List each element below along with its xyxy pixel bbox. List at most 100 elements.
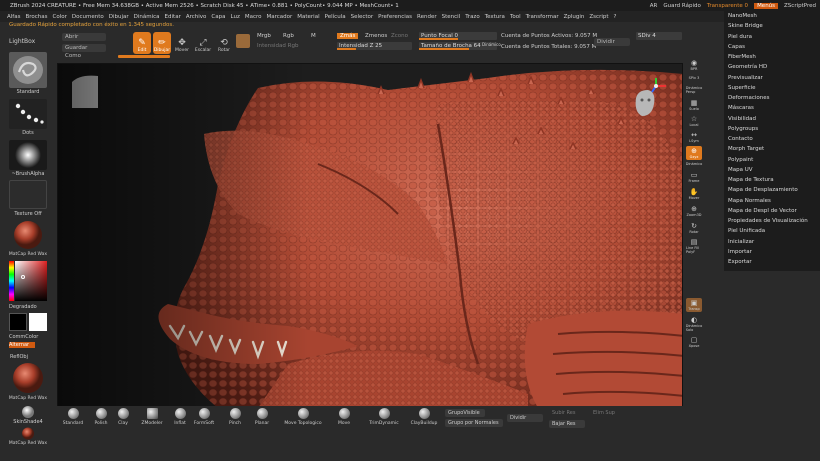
delete-higher-button[interactable]: Elim Sup [590, 409, 626, 417]
menu-item-preview[interactable]: Previsualizar [724, 73, 820, 83]
menu-document[interactable]: Documento [72, 14, 104, 20]
menu-item-export[interactable]: Exportar [724, 257, 820, 267]
rotate-view-button[interactable]: ↻ Rotar [686, 221, 702, 235]
canvas-viewport[interactable] [57, 63, 683, 407]
dynamic-toggle[interactable]: Dinámico [686, 161, 702, 167]
zadd-button[interactable]: Zmás [337, 33, 359, 39]
brush-claybuildup[interactable]: ClayBuildup [409, 408, 439, 432]
brush-standard[interactable]: Standard [62, 408, 84, 432]
brush-move[interactable]: Move [333, 408, 355, 432]
navigation-gizmo-icon[interactable] [628, 76, 668, 124]
bottom-divide-button[interactable]: Dividir [507, 414, 543, 422]
scale-mode-button[interactable]: ⤢ Escalar [194, 32, 212, 54]
mrgb-button[interactable]: Mrgb [257, 33, 271, 39]
menu-item-import[interactable]: Importar [724, 247, 820, 257]
menu-movie[interactable]: Película [325, 14, 346, 20]
quicksave-button[interactable]: Guard Rápido [663, 3, 700, 9]
transp-button[interactable]: ▣ Transp [686, 298, 702, 312]
menu-light[interactable]: Luz [230, 14, 239, 20]
menu-item-fibermesh[interactable]: FiberMesh [724, 52, 820, 62]
brush-trimdynamic[interactable]: TrimDynamic [367, 408, 401, 432]
menu-material[interactable]: Material [297, 14, 319, 20]
save-as-button[interactable]: Guardar Como [62, 44, 106, 59]
menu-item-morph-target[interactable]: Morph Target [724, 144, 820, 154]
open-button[interactable]: Abrir [62, 33, 106, 41]
brush-move-topological[interactable]: Move Topologico [281, 408, 325, 432]
menu-render[interactable]: Render [417, 14, 437, 20]
material-picker-2[interactable] [9, 362, 47, 394]
menu-macro[interactable]: Macro [245, 14, 262, 20]
groups-visible-button[interactable]: GrupoVisible [445, 409, 485, 417]
m-button[interactable]: M [311, 33, 316, 39]
brush-formsoft[interactable]: FormSoft [193, 408, 215, 432]
material-swatch[interactable] [236, 34, 250, 48]
menu-item-hd-geometry[interactable]: Geometría HD [724, 62, 820, 72]
menu-item-unified-skin[interactable]: Piel Unificada [724, 226, 820, 236]
draw-mode-button[interactable]: ✏ Dibujar [153, 32, 171, 54]
menu-marker[interactable]: Marcador [266, 14, 292, 20]
secondary-color-swatch[interactable] [9, 313, 27, 331]
move-mode-button[interactable]: ✥ Mover [173, 32, 191, 54]
brush-inflat[interactable]: Inflat [169, 408, 191, 432]
menu-item-layers[interactable]: Capas [724, 42, 820, 52]
commcolor-button[interactable]: CommColor [9, 334, 53, 340]
focal-shift-slider[interactable]: Punto Focal 0 [419, 32, 497, 40]
brush-polish[interactable]: Polish [90, 408, 112, 432]
menu-preferences[interactable]: Preferencias [378, 14, 412, 20]
texture-picker[interactable] [9, 180, 47, 209]
rotate-mode-button[interactable]: ⟲ Rotar [215, 32, 233, 54]
stroke-picker[interactable] [9, 99, 47, 129]
alpha-picker[interactable] [9, 140, 47, 170]
menu-tool[interactable]: Tool [510, 14, 521, 20]
xpose-button[interactable]: ▢ Xpose [686, 335, 702, 349]
brush-pinch[interactable]: Pinch [224, 408, 246, 432]
menu-transform[interactable]: Transformar [526, 14, 559, 20]
menu-item-contact[interactable]: Contacto [724, 134, 820, 144]
polyframe-button[interactable]: ▤ Line Fill PolyF [686, 238, 702, 254]
menu-item-normal-map[interactable]: Mapa Normales [724, 196, 820, 206]
menu-item-vector-displacement-map[interactable]: Mapa de Despl de Vector [724, 206, 820, 216]
menu-item-polygroups[interactable]: Polygroups [724, 124, 820, 134]
bpr-button[interactable]: ◉ BPR [686, 58, 702, 72]
zcut-button[interactable]: Zcono [391, 33, 408, 39]
menu-edit[interactable]: Editar [165, 14, 181, 20]
color-cursor[interactable] [21, 275, 25, 279]
menu-item-deformations[interactable]: Deformaciones [724, 93, 820, 103]
pan-button[interactable]: ✋ Mover [686, 187, 702, 201]
menu-item-hard-skin[interactable]: Piel dura [724, 32, 820, 42]
menu-alpha[interactable]: Alfas [7, 14, 20, 20]
menu-picker[interactable]: Selector [351, 14, 374, 20]
material-picker-3[interactable] [9, 427, 47, 440]
sdiv-slider[interactable]: SDiv 4 [636, 32, 682, 40]
menu-item-masking[interactable]: Máscaras [724, 103, 820, 113]
skin-shade-picker[interactable] [9, 405, 47, 419]
menu-item-displacement-map[interactable]: Mapa de Desplazamiento [724, 185, 820, 195]
default-zscript-button[interactable]: ZScriptPred [784, 3, 816, 9]
menu-zscript[interactable]: Zscript [589, 14, 608, 20]
menu-layer[interactable]: Capa [211, 14, 225, 20]
menu-item-uv-map[interactable]: Mapa UV [724, 165, 820, 175]
zsub-button[interactable]: Zmenos [365, 33, 387, 39]
frame-button[interactable]: ▭ Frame [686, 170, 702, 184]
rgb-button[interactable]: Rgb [283, 33, 294, 39]
menu-color[interactable]: Color [53, 14, 67, 20]
menu-help[interactable]: ? [614, 14, 617, 20]
menu-item-nanomesh[interactable]: NanoMesh [724, 11, 820, 21]
persp-button[interactable]: Dinámico Persp [686, 84, 702, 96]
menu-item-skin-bridge[interactable]: Skine Bridge [724, 21, 820, 31]
edit-mode-button[interactable]: ✎ Edit [133, 32, 151, 54]
menu-texture[interactable]: Textura [485, 14, 505, 20]
menu-file[interactable]: Archivo [186, 14, 207, 20]
main-color-swatch[interactable] [29, 313, 47, 331]
menu-zplugin[interactable]: Zplugin [564, 14, 585, 20]
groups-by-normals-button[interactable]: Grupo por Normales [445, 419, 503, 427]
zoom3d-button[interactable]: ⊕ Zoom3D [686, 204, 702, 218]
divide-button[interactable]: Dividir [594, 38, 630, 46]
hue-bar[interactable] [9, 261, 14, 301]
ar-button[interactable]: AR [650, 3, 658, 9]
lsym-button[interactable]: ↔ LSym [686, 130, 702, 144]
brush-planar[interactable]: Planar [251, 408, 273, 432]
rgb-intensity-slider[interactable]: Intensidad Rgb [257, 43, 298, 49]
menus-button[interactable]: Menús [754, 2, 779, 9]
lightbox-button[interactable]: LightBox [9, 38, 35, 45]
